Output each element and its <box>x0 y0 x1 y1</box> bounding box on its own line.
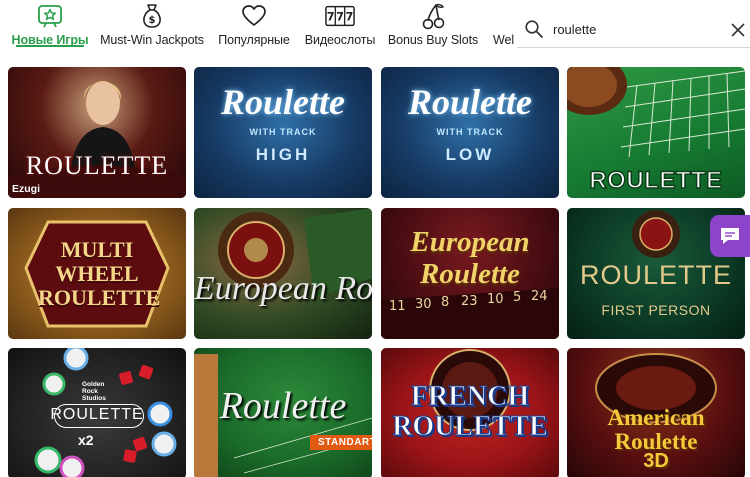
game-tile-roulette-x2[interactable]: Golden Rock Studios ROULETTE x2 <box>8 348 186 477</box>
chat-icon <box>721 228 739 244</box>
category-label: Wel <box>493 33 515 47</box>
svg-text:10: 10 <box>487 292 504 307</box>
search-bar <box>517 11 750 48</box>
game-variant: LOW <box>445 145 495 164</box>
game-title: ROULETTE <box>25 151 169 180</box>
game-tile-multi-wheel-roulette[interactable]: MULTI WHEEL ROULETTE <box>8 208 186 339</box>
game-tile-roulette-standart[interactable]: Roulette STANDART <box>194 348 372 477</box>
cherries-icon <box>418 1 448 31</box>
game-tile-european-roulette-1[interactable]: European Roulette <box>194 208 372 339</box>
game-title: European Roulette <box>410 226 530 290</box>
category-must-win-jackpots[interactable]: $ Must-Win Jackpots <box>100 0 204 56</box>
provider-logo: Golden Rock Studios <box>82 381 106 402</box>
game-tile-roulette-track-low[interactable]: Roulette WITH TRACK LOW <box>381 67 559 198</box>
svg-text:5: 5 <box>513 290 521 305</box>
heart-icon <box>239 1 269 31</box>
svg-text:7: 7 <box>336 11 344 24</box>
game-title: Roulette <box>408 82 532 122</box>
category-label: Bonus Buy Slots <box>387 33 479 47</box>
close-icon[interactable] <box>731 23 745 37</box>
svg-text:7: 7 <box>345 11 353 24</box>
category-new-games[interactable]: Новые Игры <box>12 0 89 56</box>
search-input[interactable] <box>553 17 723 41</box>
game-subtitle: STANDART <box>310 435 372 450</box>
new-games-star-icon <box>35 1 65 31</box>
game-tile-roulette-green[interactable]: ROULETTE <box>567 67 745 198</box>
game-tile-european-roulette-2[interactable]: 11 30 8 23 10 5 24 European Roulette <box>381 208 559 339</box>
game-title: Roulette <box>219 385 347 427</box>
game-tile-american-roulette-3d[interactable]: American Roulette 3D <box>567 348 745 477</box>
category-label: Новые Игры <box>11 33 89 47</box>
svg-text:11: 11 <box>389 299 406 314</box>
game-title: MULTI WHEEL ROULETTE <box>38 237 161 310</box>
svg-text:24: 24 <box>531 289 548 304</box>
game-variant: HIGH <box>255 145 311 164</box>
category-label: Популярные <box>218 33 290 47</box>
category-label: Видеослоты <box>304 33 376 47</box>
category-welcome-truncated[interactable]: Wel <box>493 0 519 56</box>
game-title: ROULETTE <box>50 406 144 423</box>
money-bag-icon: $ <box>137 1 167 31</box>
game-title: Roulette <box>221 82 345 122</box>
svg-text:23: 23 <box>461 294 478 309</box>
svg-text:30: 30 <box>415 297 432 312</box>
game-tile-roulette-track-high[interactable]: Roulette WITH TRACK HIGH <box>194 67 372 198</box>
game-subtitle: WITH TRACK <box>436 127 504 137</box>
slot-reels-icon: 777 <box>325 1 355 31</box>
svg-text:8: 8 <box>441 295 449 310</box>
svg-text:7: 7 <box>327 11 335 24</box>
category-label: Must-Win Jackpots <box>100 33 204 47</box>
category-popular[interactable]: Популярные <box>218 0 290 56</box>
game-title: European Roulette <box>194 270 372 307</box>
game-subtitle: FIRST PERSON <box>601 302 711 318</box>
game-title: FRENCH ROULETTE <box>392 381 549 442</box>
game-subtitle: WITH TRACK <box>249 127 317 137</box>
chat-button[interactable] <box>710 215 750 257</box>
game-title: ROULETTE <box>589 166 723 195</box>
search-icon[interactable] <box>524 19 544 39</box>
game-subtitle: 3D <box>643 450 669 472</box>
game-tile-french-roulette[interactable]: FRENCH ROULETTE <box>381 348 559 477</box>
provider-logo: Ezugi <box>12 183 40 195</box>
svg-text:$: $ <box>149 15 156 26</box>
game-tile-roulette-ezugi[interactable]: ROULETTE Ezugi <box>8 67 186 198</box>
category-bonus-buy-slots[interactable]: Bonus Buy Slots <box>387 0 479 56</box>
game-title: American Roulette <box>607 405 705 454</box>
game-subtitle: x2 <box>78 432 94 448</box>
game-title: ROULETTE <box>579 260 733 290</box>
category-video-slots[interactable]: 777 Видеослоты <box>304 0 376 56</box>
